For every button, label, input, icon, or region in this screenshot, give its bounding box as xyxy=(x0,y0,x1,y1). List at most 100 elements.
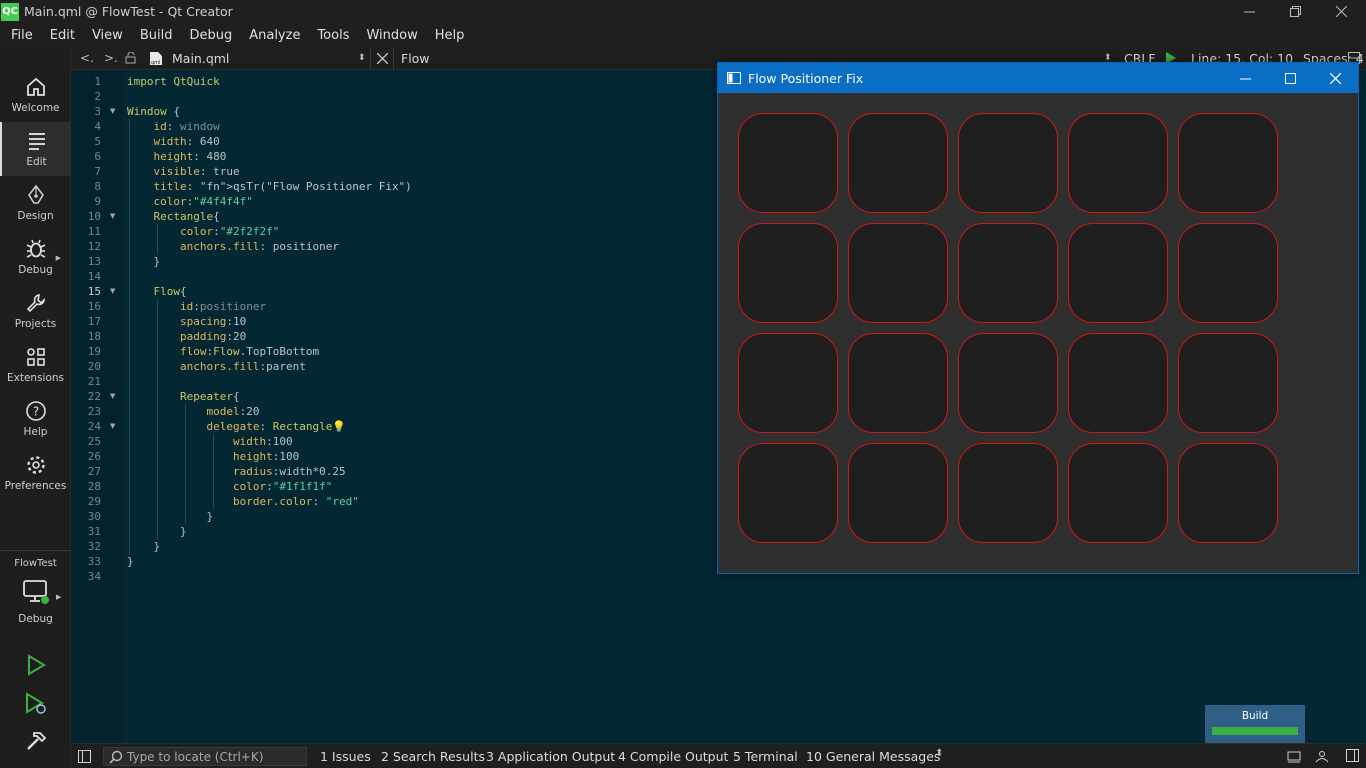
line-number: 15 xyxy=(87,285,101,298)
mode-preferences[interactable]: Preferences xyxy=(0,446,71,500)
toggle-right-sidebar-icon[interactable] xyxy=(1346,749,1359,762)
flow-tile xyxy=(1178,443,1278,543)
code-line[interactable]: model:20 xyxy=(127,404,259,419)
mode-projects-label: Projects xyxy=(14,318,57,330)
app-close-button[interactable] xyxy=(1312,63,1358,93)
menu-file[interactable]: File xyxy=(0,28,39,43)
run-button[interactable] xyxy=(22,651,50,679)
code-line[interactable]: padding:20 xyxy=(127,329,246,344)
menu-debug[interactable]: Debug xyxy=(178,28,238,43)
indent-guide xyxy=(157,224,158,254)
menu-view[interactable]: View xyxy=(81,28,129,43)
menu-bar: File Edit View Build Debug Analyze Tools… xyxy=(0,23,1366,47)
code-line[interactable]: } xyxy=(127,554,134,569)
code-line[interactable]: height: 480 xyxy=(127,149,227,164)
pane-tab-search-results[interactable]: 2 Search Results xyxy=(381,749,485,764)
app-preview-window: Flow Positioner Fix xyxy=(717,62,1359,574)
mode-design[interactable]: Design xyxy=(0,176,71,230)
menu-window[interactable]: Window xyxy=(355,28,423,43)
pane-tab-compile-output[interactable]: 4 Compile Output xyxy=(618,749,728,764)
locator[interactable] xyxy=(103,747,307,766)
code-line[interactable]: } xyxy=(127,539,160,554)
close-button[interactable] xyxy=(1318,0,1364,23)
document-dropdown-icon[interactable]: ⬍ xyxy=(358,53,366,63)
code-line[interactable]: spacing:10 xyxy=(127,314,246,329)
build-progress[interactable]: Build xyxy=(1205,705,1305,743)
progress-details-icon[interactable] xyxy=(1287,749,1301,763)
monitor-icon xyxy=(23,580,49,604)
code-line[interactable]: } xyxy=(127,509,213,524)
code-line[interactable]: Rectangle{ xyxy=(127,209,220,224)
menu-edit[interactable]: Edit xyxy=(39,28,81,43)
kit-config-label: Debug xyxy=(18,613,53,625)
code-line[interactable]: width: 640 xyxy=(127,134,220,149)
hammer-icon xyxy=(27,732,47,750)
line-number: 14 xyxy=(87,270,101,283)
fold-marker-icon[interactable]: ▼ xyxy=(110,209,115,224)
build-button[interactable] xyxy=(22,727,50,755)
pane-tab-application-output[interactable]: 3 Application Output xyxy=(486,749,615,764)
app-window-titlebar[interactable]: Flow Positioner Fix xyxy=(718,63,1358,93)
menu-tools[interactable]: Tools xyxy=(306,28,355,43)
code-line[interactable]: id: window xyxy=(127,119,220,134)
code-line[interactable]: color:"#2f2f2f" xyxy=(127,224,279,239)
code-line[interactable]: radius:width*0.25 xyxy=(127,464,346,479)
back-icon[interactable]: <. xyxy=(80,51,94,65)
mode-extensions[interactable]: Extensions xyxy=(0,338,71,392)
code-line[interactable]: flow:Flow.TopToBottom xyxy=(127,344,319,359)
menu-build[interactable]: Build xyxy=(129,28,179,43)
debug-run-button[interactable] xyxy=(22,690,50,718)
lock-icon[interactable] xyxy=(125,52,137,64)
open-document-name[interactable]: Main.qml xyxy=(172,51,229,66)
restore-icon xyxy=(1289,6,1301,17)
pane-tab-terminal[interactable]: 5 Terminal xyxy=(733,749,798,764)
minimize-button[interactable] xyxy=(1226,0,1272,23)
kit-selector[interactable] xyxy=(22,578,50,606)
line-number: 12 xyxy=(87,240,101,253)
line-number: 9 xyxy=(94,195,101,208)
code-line[interactable]: width:100 xyxy=(127,434,293,449)
code-line[interactable]: border.color: "red" xyxy=(127,494,359,509)
toolbar-divider-2 xyxy=(393,47,394,70)
pane-tab-general-messages[interactable]: 10 General Messages xyxy=(806,749,940,764)
code-line[interactable]: id:positioner xyxy=(127,299,266,314)
code-line[interactable]: visible: true xyxy=(127,164,240,179)
fold-marker-icon[interactable]: ▼ xyxy=(110,419,115,434)
symbol-selector[interactable]: Flow xyxy=(401,51,430,66)
app-maximize-button[interactable] xyxy=(1267,63,1313,93)
code-line[interactable]: import QtQuick xyxy=(127,74,220,89)
toggle-sidebar-icon[interactable] xyxy=(78,750,91,763)
menu-help[interactable]: Help xyxy=(424,28,471,43)
line-number: 6 xyxy=(94,150,101,163)
mode-edit[interactable]: Edit xyxy=(0,122,71,176)
mode-help[interactable]: ? Help xyxy=(0,392,71,446)
mode-welcome[interactable]: Welcome xyxy=(0,68,71,122)
mode-projects[interactable]: Projects xyxy=(0,284,71,338)
code-line[interactable]: Window { xyxy=(127,104,180,119)
notifications-icon[interactable] xyxy=(1315,749,1329,763)
flow-tile xyxy=(1178,223,1278,323)
fold-marker-icon[interactable]: ▼ xyxy=(110,284,115,299)
code-line[interactable]: title: "fn">qsTr("Flow Positioner Fix") xyxy=(127,179,412,194)
more-panes-icon[interactable]: ⬍ xyxy=(935,748,943,759)
code-line[interactable]: anchors.fill:parent xyxy=(127,359,306,374)
code-line[interactable]: } xyxy=(127,254,160,269)
maximize-icon xyxy=(1284,72,1296,84)
fold-marker-icon[interactable]: ▼ xyxy=(110,389,115,404)
app-minimize-button[interactable] xyxy=(1222,63,1268,93)
forward-icon[interactable]: >. xyxy=(104,51,118,65)
menu-analyze[interactable]: Analyze xyxy=(238,28,306,43)
code-line[interactable]: Repeater{ xyxy=(127,389,240,404)
mode-edit-label: Edit xyxy=(26,156,47,168)
fold-marker-icon[interactable]: ▼ xyxy=(110,104,115,119)
pane-tab-issues[interactable]: 1 Issues xyxy=(320,749,371,764)
mode-debug[interactable]: Debug ▶ xyxy=(0,230,71,284)
restore-button[interactable] xyxy=(1272,0,1318,23)
close-document-icon[interactable] xyxy=(377,53,388,64)
code-line[interactable]: delegate: Rectangle💡 xyxy=(127,419,346,434)
code-line[interactable]: anchors.fill: positioner xyxy=(127,239,339,254)
code-line[interactable]: color:"#4f4f4f" xyxy=(127,194,253,209)
code-line[interactable]: Flow{ xyxy=(127,284,187,299)
locator-input[interactable] xyxy=(127,749,297,764)
line-number: 3 xyxy=(94,105,101,118)
